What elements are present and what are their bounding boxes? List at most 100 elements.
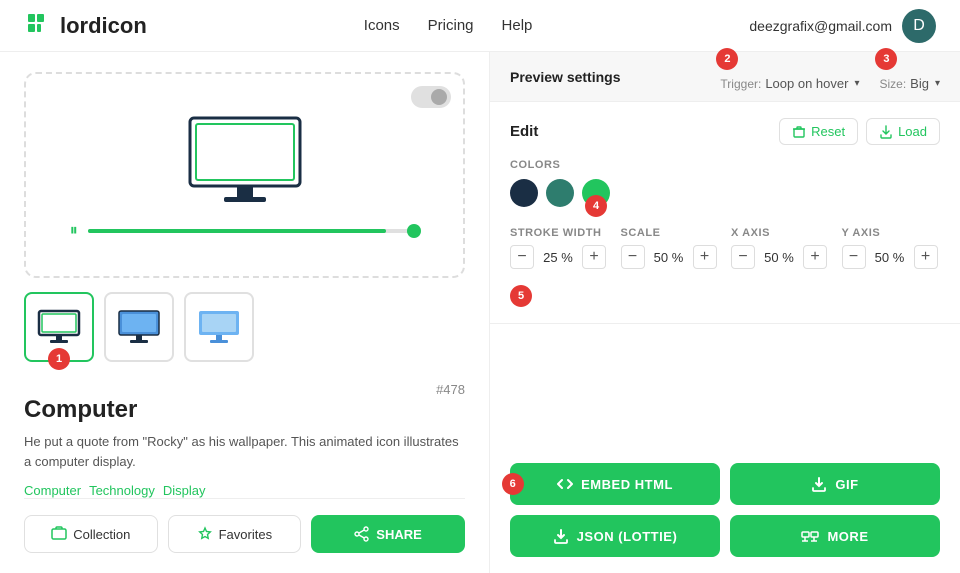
load-icon bbox=[879, 125, 893, 139]
pause-button[interactable]: ⏸ bbox=[70, 222, 78, 240]
collection-icon bbox=[51, 526, 67, 542]
collection-label: Collection bbox=[73, 527, 130, 542]
code-icon bbox=[557, 476, 573, 492]
logo-icon bbox=[24, 12, 52, 40]
download-gif-icon bbox=[811, 476, 827, 492]
main-nav: Icons Pricing Help bbox=[364, 17, 533, 34]
logo[interactable]: lordicon bbox=[24, 12, 147, 40]
size-control[interactable]: 3 Size: Big ▾ bbox=[879, 62, 940, 91]
monitor-illustration bbox=[180, 110, 310, 210]
download-section: 6 EMBED HTML GIF bbox=[490, 447, 960, 573]
reset-label: Reset bbox=[811, 124, 845, 139]
xaxis-label: X AXIS bbox=[731, 227, 830, 239]
stroke-width-control: − 25 % + bbox=[510, 245, 609, 269]
more-button[interactable]: MORE bbox=[730, 515, 940, 557]
xaxis-control: − 50 % + bbox=[731, 245, 830, 269]
xaxis-minus[interactable]: − bbox=[731, 245, 755, 269]
variant-solid-blue[interactable] bbox=[184, 292, 254, 362]
scale-minus[interactable]: − bbox=[621, 245, 645, 269]
variant-thumbnails: 1 bbox=[24, 292, 465, 362]
color-swatch-1[interactable] bbox=[510, 179, 538, 207]
size-value: Big bbox=[910, 76, 929, 91]
favorites-button[interactable]: Favorites bbox=[168, 515, 302, 553]
more-label: MORE bbox=[827, 529, 868, 544]
embed-html-label: EMBED HTML bbox=[581, 477, 673, 492]
preview-settings-bar: Preview settings 2 Trigger: Loop on hove… bbox=[490, 52, 960, 102]
yaxis-minus[interactable]: − bbox=[842, 245, 866, 269]
icon-preview-box: ⏸ bbox=[24, 72, 465, 278]
trigger-control[interactable]: 2 Trigger: Loop on hover ▾ bbox=[720, 62, 859, 91]
variant-outline[interactable]: 1 bbox=[24, 292, 94, 362]
tag-computer[interactable]: Computer bbox=[24, 483, 81, 498]
embed-html-button[interactable]: 6 EMBED HTML bbox=[510, 463, 720, 505]
variant-solid-icon bbox=[197, 309, 241, 345]
badge5-container: 5 bbox=[510, 281, 609, 307]
user-email: deezgrafix@gmail.com bbox=[749, 18, 892, 34]
icon-id: #478 bbox=[436, 382, 465, 397]
scale-plus[interactable]: + bbox=[693, 245, 717, 269]
badge-3: 3 bbox=[875, 48, 897, 70]
nav-icons[interactable]: Icons bbox=[364, 17, 400, 34]
trigger-label: Trigger: bbox=[720, 77, 761, 91]
tag-display[interactable]: Display bbox=[163, 483, 206, 498]
json-lottie-label: JSON (LOTTIE) bbox=[577, 529, 678, 544]
seek-bar[interactable] bbox=[88, 229, 420, 233]
yaxis-control: − 50 % + bbox=[842, 245, 941, 269]
badge-1: 1 bbox=[48, 348, 70, 370]
trash-icon bbox=[792, 125, 806, 139]
xaxis-group: X AXIS − 50 % + bbox=[731, 227, 830, 307]
color-swatches: 4 bbox=[510, 179, 940, 207]
logo-text: lordicon bbox=[60, 13, 147, 39]
more-icon bbox=[801, 528, 819, 544]
stroke-minus[interactable]: − bbox=[510, 245, 534, 269]
stroke-plus[interactable]: + bbox=[582, 245, 606, 269]
variant-outline-icon bbox=[37, 309, 81, 345]
download-row-2: JSON (LOTTIE) MORE bbox=[510, 515, 940, 557]
stroke-width-group: STROKE WIDTH − 25 % + 5 bbox=[510, 227, 609, 307]
reset-button[interactable]: Reset bbox=[779, 118, 858, 145]
share-label: SHARE bbox=[376, 527, 422, 542]
spacer bbox=[490, 324, 960, 447]
edit-header: Edit Reset Load bbox=[510, 118, 940, 145]
tag-technology[interactable]: Technology bbox=[89, 483, 155, 498]
settings-controls: 2 Trigger: Loop on hover ▾ 3 Size: Big ▾ bbox=[720, 62, 940, 91]
favorites-label: Favorites bbox=[219, 527, 272, 542]
star-icon bbox=[197, 526, 213, 542]
share-button[interactable]: SHARE bbox=[311, 515, 465, 553]
size-label: Size: bbox=[879, 77, 906, 91]
xaxis-plus[interactable]: + bbox=[803, 245, 827, 269]
yaxis-group: Y AXIS − 50 % + bbox=[842, 227, 941, 307]
icon-info: Computer #478 He put a quote from "Rocky… bbox=[24, 376, 465, 471]
yaxis-label: Y AXIS bbox=[842, 227, 941, 239]
scale-control: − 50 % + bbox=[621, 245, 720, 269]
edit-section: Edit Reset Load bbox=[490, 102, 960, 324]
preview-toggle[interactable] bbox=[411, 86, 451, 108]
share-icon bbox=[354, 526, 370, 542]
seek-bar-container: ⏸ bbox=[70, 222, 420, 240]
collection-button[interactable]: Collection bbox=[24, 515, 158, 553]
header: lordicon Icons Pricing Help deezgrafix@g… bbox=[0, 0, 960, 52]
badge-2: 2 bbox=[716, 48, 738, 70]
badge-5: 5 bbox=[510, 285, 532, 307]
edit-title: Edit bbox=[510, 123, 538, 140]
icon-description: He put a quote from "Rocky" as his wallp… bbox=[24, 432, 465, 471]
scale-group: SCALE − 50 % + bbox=[621, 227, 720, 307]
yaxis-plus[interactable]: + bbox=[914, 245, 938, 269]
trigger-value: Loop on hover bbox=[765, 76, 848, 91]
gif-button[interactable]: GIF bbox=[730, 463, 940, 505]
colors-label: COLORS bbox=[510, 159, 940, 171]
avatar[interactable]: D bbox=[902, 9, 936, 43]
load-button[interactable]: Load bbox=[866, 118, 940, 145]
nav-help[interactable]: Help bbox=[502, 17, 533, 34]
variant-color-blue[interactable] bbox=[104, 292, 174, 362]
scale-value: 50 % bbox=[651, 250, 687, 265]
variant-blue-icon bbox=[117, 309, 161, 345]
bottom-actions: Collection Favorites SHARE bbox=[24, 498, 465, 553]
json-lottie-button[interactable]: JSON (LOTTIE) bbox=[510, 515, 720, 557]
nav-pricing[interactable]: Pricing bbox=[428, 17, 474, 34]
sliders-section: STROKE WIDTH − 25 % + 5 SCALE bbox=[510, 227, 940, 307]
color-swatch-3[interactable]: 4 bbox=[582, 179, 610, 207]
color-swatch-2[interactable] bbox=[546, 179, 574, 207]
header-right: deezgrafix@gmail.com D bbox=[749, 9, 936, 43]
stroke-width-value: 25 % bbox=[540, 250, 576, 265]
